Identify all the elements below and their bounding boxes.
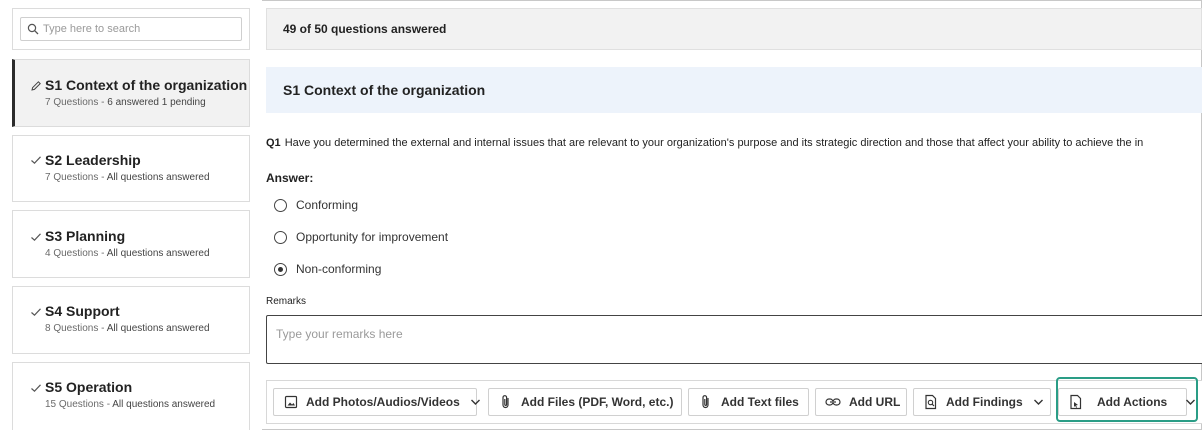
chevron-down-icon [1033,399,1043,405]
sidebar-item-title: S2 Leadership [45,152,141,168]
button-label: Add Actions [1097,395,1168,409]
document-search-icon [925,394,937,410]
option-non-conforming[interactable]: Non-conforming [274,262,381,276]
sidebar-item-subtitle: 4 Questions - All questions answered [45,248,210,259]
sidebar-item-title: S1 Context of the organization [45,77,248,93]
section-header: S1 Context of the organization [266,67,1202,113]
answer-status: All questions answered [112,399,216,410]
checkmark-icon [31,384,41,393]
option-label: Opportunity for improvement [296,230,449,244]
question-number: Q1 [266,137,281,149]
chevron-down-icon [470,399,480,405]
sidebar-item-title: S3 Planning [45,228,126,244]
radio-button-selected[interactable] [274,262,287,276]
add-text-files-button[interactable]: Add Text files [688,388,809,416]
button-label: Add Files (PDF, Word, etc.) [521,395,674,409]
question-count: 4 Questions - [45,248,107,259]
add-url-button[interactable]: Add URL [815,388,907,416]
link-icon [825,398,841,406]
main-content: 49 of 50 questions answered S1 Context o… [266,0,1202,430]
button-label: Add Findings [946,395,1023,409]
sidebar-item-subtitle: 7 Questions - 6 answered 1 pending [45,97,206,108]
button-label: Add Text files [721,395,799,409]
answer-status: All questions answered [106,323,210,334]
add-media-button[interactable]: Add Photos/Audios/Videos [273,388,480,416]
sidebar-item-subtitle: 8 Questions - All questions answered [45,323,210,334]
question-body: Have you determined the external and int… [284,137,1144,149]
question-count: 8 Questions - [45,323,107,334]
add-actions-button[interactable]: Add Actions [1058,388,1196,416]
progress-summary: 49 of 50 questions answered [266,8,1202,50]
question-text: Q1 Have you determined the external and i… [266,137,1202,149]
option-label: Conforming [296,198,359,212]
attachment-toolbar: Add Photos/Audios/Videos Add Files (PDF,… [266,380,1202,424]
answer-status: All questions answered [106,172,210,183]
answer-status: All questions answered [106,248,210,259]
sidebar-item-s1[interactable]: S1 Context of the organization 7 Questio… [12,59,250,127]
option-opportunity-for-improvement[interactable]: Opportunity for improvement [274,230,448,244]
option-conforming[interactable]: Conforming [274,198,358,212]
sidebar-item-s2[interactable]: S2 Leadership 7 Questions - All question… [12,135,250,202]
option-label: Non-conforming [296,262,382,276]
paperclip-icon [502,395,509,409]
sidebar-item-subtitle: 15 Questions - All questions answered [45,399,215,410]
image-icon [284,395,298,409]
search-icon [27,23,39,35]
search-box[interactable] [20,17,242,41]
add-findings-button[interactable]: Add Findings [913,388,1051,416]
sidebar-item-s5[interactable]: S5 Operation 15 Questions - All question… [12,362,250,430]
add-files-button[interactable]: Add Files (PDF, Word, etc.) [488,388,682,416]
answer-label: Answer: [266,171,314,185]
question-count: 15 Questions - [45,399,113,410]
sidebar-item-title: S5 Operation [45,379,133,395]
remarks-input[interactable] [266,315,1202,364]
checkmark-icon [31,308,41,317]
search-container [12,8,250,50]
radio-button[interactable] [274,230,287,244]
question-count: 7 Questions - [45,97,108,108]
sidebar: S1 Context of the organization 7 Questio… [0,0,262,430]
chevron-down-icon [1186,399,1196,405]
pencil-icon [31,81,41,91]
checkmark-icon [31,233,41,242]
search-input[interactable] [43,23,233,35]
radio-button[interactable] [274,198,287,212]
sidebar-item-title: S4 Support [45,303,120,319]
checkmark-icon [31,156,41,165]
button-label: Add URL [849,395,901,409]
button-label: Add Photos/Audios/Videos [306,395,460,409]
sidebar-item-s3[interactable]: S3 Planning 4 Questions - All questions … [12,210,250,278]
sidebar-item-subtitle: 7 Questions - All questions answered [45,172,210,183]
document-action-icon [1070,394,1082,410]
question-count: 7 Questions - [45,172,107,183]
answer-status: 6 answered 1 pending [107,97,206,108]
remarks-label: Remarks [266,296,307,307]
paperclip-icon [702,395,709,409]
sidebar-item-s4[interactable]: S4 Support 8 Questions - All questions a… [12,286,250,354]
